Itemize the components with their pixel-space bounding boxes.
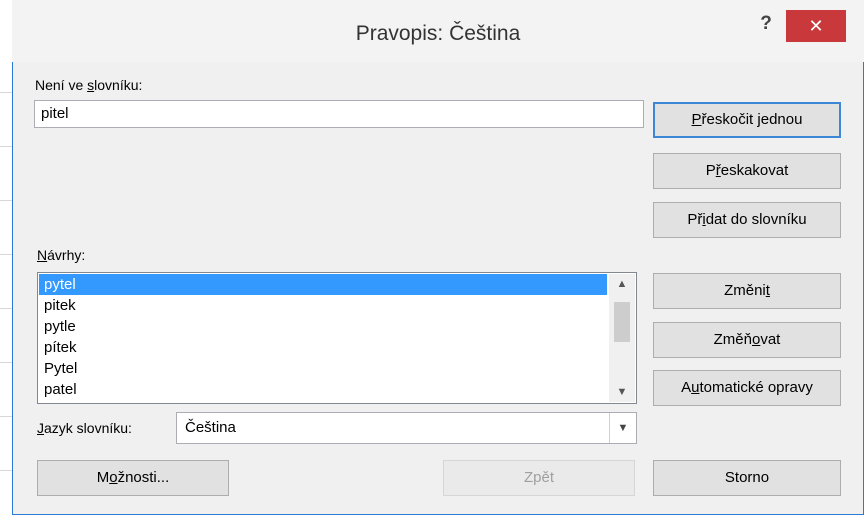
suggestion-item[interactable]: pytel xyxy=(39,274,607,295)
sheet-gridline xyxy=(0,416,12,417)
undo-button[interactable]: Zpět xyxy=(443,460,635,496)
suggestion-item[interactable]: pitek xyxy=(39,295,607,316)
sheet-gridline xyxy=(0,254,12,255)
suggestion-item[interactable]: Pytel xyxy=(39,358,607,379)
autocorrect-button[interactable]: Automatické opravy xyxy=(653,370,841,406)
spelling-dialog: Pravopis: Čeština ? ✕ Není ve slovníku: … xyxy=(12,0,864,515)
sheet-gridline xyxy=(0,308,12,309)
suggestions-list[interactable]: pytel pitek pytle pítek Pytel patel ▲ ▼ xyxy=(37,272,637,404)
language-label: Jazyk slovníku: xyxy=(37,420,132,436)
dialog-body: Není ve slovníku: pitel Návrhy: pytel pi… xyxy=(13,62,863,514)
dictionary-language-select[interactable]: Čeština ▼ xyxy=(176,412,637,444)
not-in-dictionary-label: Není ve slovníku: xyxy=(35,77,143,93)
background-sheet xyxy=(0,0,12,515)
chevron-up-icon[interactable]: ▲ xyxy=(609,274,635,294)
change-all-button[interactable]: Změňovat xyxy=(653,322,841,358)
options-button[interactable]: Možnosti... xyxy=(37,460,229,496)
ignore-all-button[interactable]: Přeskakovat xyxy=(653,153,841,189)
sheet-gridline xyxy=(0,470,12,471)
sheet-gridline xyxy=(0,92,12,93)
suggestions-label: Návrhy: xyxy=(37,247,86,263)
title-bar[interactable]: Pravopis: Čeština ? ✕ xyxy=(12,0,864,62)
dialog-title: Pravopis: Čeština xyxy=(355,22,521,45)
suggestion-item[interactable]: pytle xyxy=(39,316,607,337)
language-value: Čeština xyxy=(185,419,236,436)
add-to-dictionary-button[interactable]: Přidat do slovníku xyxy=(653,202,841,238)
ignore-once-button[interactable]: Přeskočit jednou xyxy=(653,102,841,138)
close-button[interactable]: ✕ xyxy=(786,10,846,42)
suggestion-item[interactable]: patel xyxy=(39,379,607,400)
cancel-button[interactable]: Storno xyxy=(653,460,841,496)
chevron-down-icon[interactable]: ▼ xyxy=(609,382,635,402)
help-button[interactable]: ? xyxy=(752,8,780,40)
sheet-gridline xyxy=(0,200,12,201)
sheet-gridline xyxy=(0,362,12,363)
sheet-gridline xyxy=(0,146,12,147)
scrollbar-thumb[interactable] xyxy=(614,302,630,342)
not-in-dictionary-field[interactable]: pitel xyxy=(34,100,644,128)
suggestions-scrollbar[interactable]: ▲ ▼ xyxy=(609,274,635,402)
change-button[interactable]: Změnit xyxy=(653,273,841,309)
chevron-down-icon[interactable]: ▼ xyxy=(609,413,636,443)
close-icon: ✕ xyxy=(808,16,824,36)
suggestion-item[interactable]: pítek xyxy=(39,337,607,358)
